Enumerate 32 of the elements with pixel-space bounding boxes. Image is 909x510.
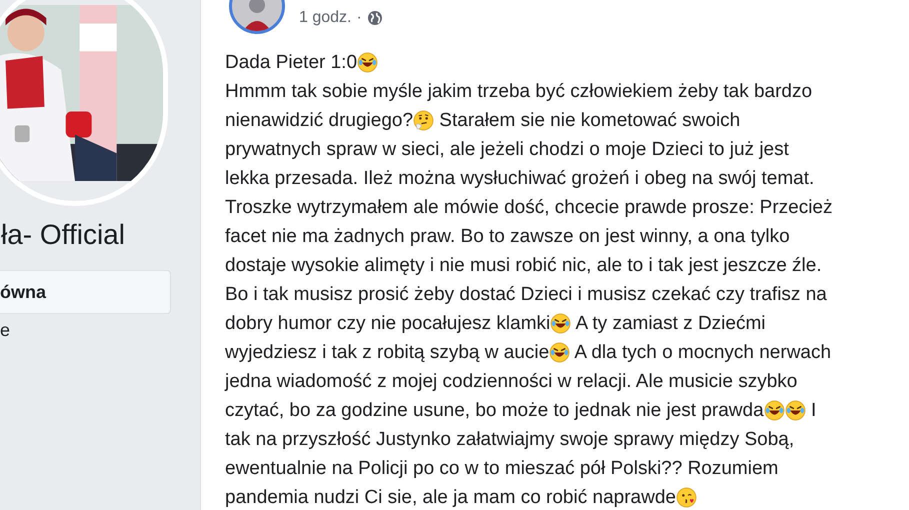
post-text: wyjedziesz i tak z robitą szybą w aucie [225, 341, 550, 365]
post-text: Dada Pieter 1:0 [225, 51, 358, 75]
post-text: I [810, 399, 816, 423]
post-text: dostaje wysokie alimęty i nie musi robić nic, ale to i tak jest jeszcze źle. [225, 254, 822, 278]
post-text: ewentualnie na Policji po co w to mieszać pół Polski?? Rozumiem [225, 457, 778, 481]
post-text: Troszke wytrzymałem ale mówie dość, chcecie prawde prosze: Przecież [225, 196, 832, 220]
globe-icon [366, 10, 383, 26]
post-text: czytać, bo za godzine usune, bo może to jednak nie jest prawda [225, 399, 764, 423]
post-text: nienawidzić drugiego? [225, 109, 414, 133]
post-text: lekka przesada. Ileż można wysłuchiwać grożeń i obeg na swój temat. [225, 167, 814, 191]
nav-tab[interactable]: ówna [0, 270, 171, 314]
post-text: Bo i tak musisz prosić żeby dostać Dzieci i musisz czekać czy trafisz na [225, 283, 827, 307]
post-time[interactable]: 1 godz. [299, 6, 352, 30]
post-text: A dla tych o mocnych nerwach [573, 341, 832, 365]
post-text: tak na przyszłość Justynko załatwiajmy swoje sprawy między Sobą, [225, 428, 794, 452]
separator-dot: · [356, 8, 362, 28]
kissing-emoji-icon [676, 487, 697, 508]
thinking-emoji-icon [413, 110, 434, 131]
page-name: ła- Official [1, 218, 126, 252]
post-text: dobry humor czy nie pocałujesz klamki [225, 312, 550, 336]
post-text: prywatnych spraw w sieci, ale jeżeli chodzi o moje Dzieci to już jest [225, 138, 789, 162]
laughing-emoji-icon [357, 52, 378, 73]
post-text: Hmmm tak sobie myśle jakim trzeba być człowiekiem żeby tak bardzo [225, 80, 812, 104]
post-text: A ty zamiast z Dziećmi [574, 312, 766, 336]
post-text: facet nie ma żadnych praw. Bo to zawsze on jest winny, a ona tylko [225, 225, 790, 249]
post-text: Starałem sie nie kometować swoich [438, 109, 740, 133]
laughing-emoji-icon [784, 400, 806, 421]
laughing-emoji-icon [550, 313, 572, 334]
post-text: jedna wiadomość z mojej codzienności w relacji. Ale musicie szybko [225, 370, 798, 394]
laughing-emoji-icon [764, 400, 785, 421]
laughing-emoji-icon [549, 342, 570, 363]
post-text: pandemia nudzi Ci sie, ale ja mam co robić naprawde [225, 486, 676, 510]
